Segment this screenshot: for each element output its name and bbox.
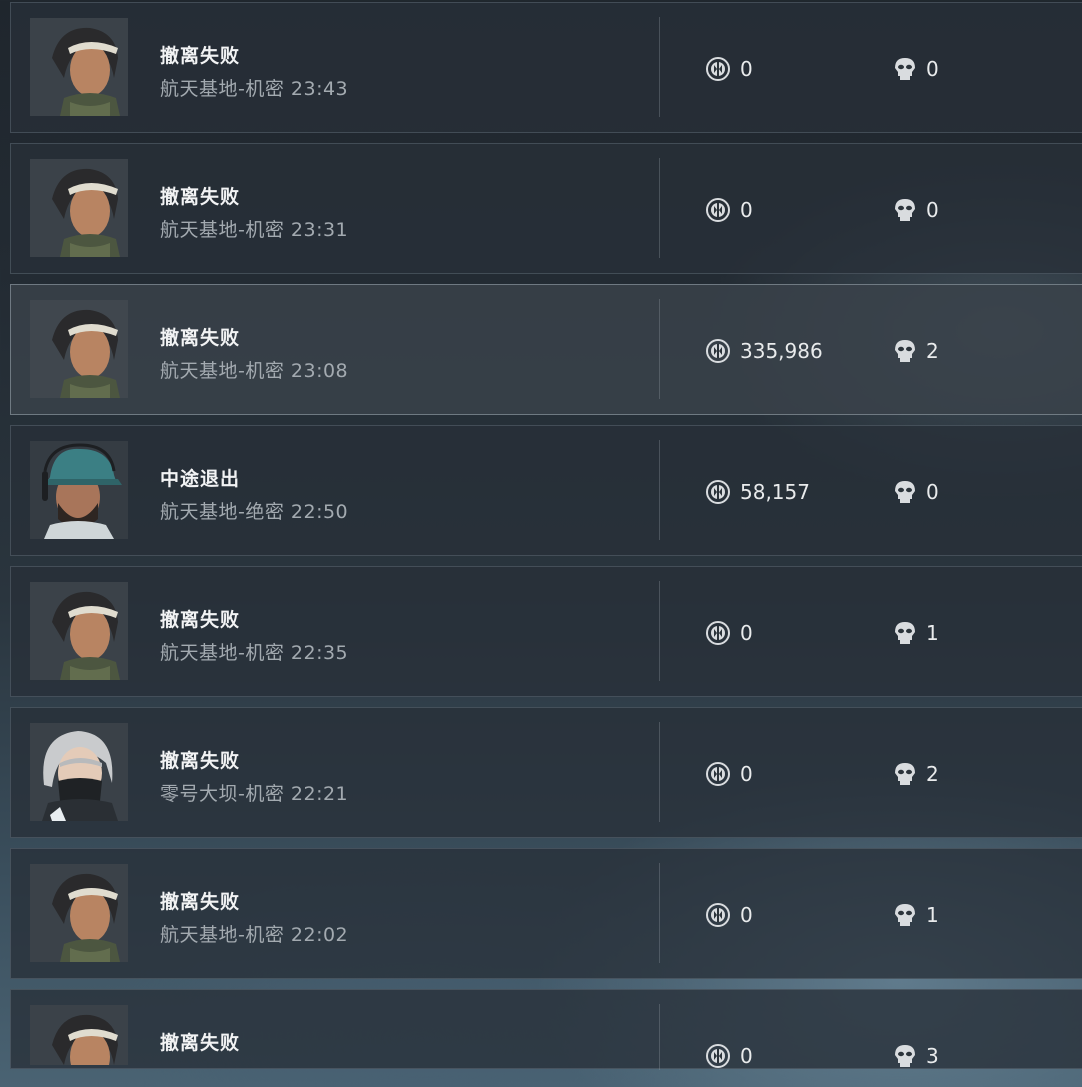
operator-avatar [30, 300, 128, 398]
operator-avatar [30, 441, 128, 539]
match-record-row[interactable]: 撤离失败 航天基地-机密 22:35 0 1 [10, 566, 1082, 697]
kills-stat: 2 [893, 760, 939, 788]
masked-operator-portrait [30, 723, 128, 821]
money-value: 0 [740, 198, 753, 222]
skull-icon [895, 340, 915, 362]
money-stat: 0 [705, 760, 753, 788]
match-result: 撤离失败 [160, 750, 241, 772]
match-record-row[interactable]: 中途退出 航天基地-绝密 22:50 58,157 0 [10, 425, 1082, 556]
money-stat: 335,986 [705, 337, 823, 365]
kills-value: 1 [926, 903, 939, 927]
operator-avatar [30, 582, 128, 680]
money-value: 0 [740, 621, 753, 645]
match-result: 撤离失败 [160, 45, 241, 67]
kills-stat: 0 [893, 196, 939, 224]
kills-stat: 3 [893, 1042, 939, 1070]
match-map-time: 零号大坝-机密 22:21 [160, 783, 349, 805]
money-value: 0 [740, 762, 753, 786]
match-map-time: 航天基地-机密 22:35 [160, 642, 349, 664]
row-divider [659, 299, 660, 399]
hafcoin-icon [706, 57, 730, 81]
female-operator-portrait [30, 582, 128, 680]
money-value: 0 [740, 1044, 753, 1068]
row-divider [659, 440, 660, 540]
male-operator-portrait [30, 441, 128, 539]
operator-avatar [30, 18, 128, 116]
kills-value: 0 [926, 198, 939, 222]
money-value: 335,986 [740, 339, 823, 363]
match-record-row[interactable]: 撤离失败 航天基地-机密 22:02 0 1 [10, 848, 1082, 979]
match-result: 撤离失败 [160, 1032, 241, 1054]
kills-stat: 1 [893, 619, 939, 647]
kills-value: 0 [926, 480, 939, 504]
kills-value: 2 [926, 762, 939, 786]
skull-icon [895, 199, 915, 221]
female-operator-portrait [30, 864, 128, 962]
match-map-time: 航天基地-机密 23:08 [160, 360, 349, 382]
money-stat: 0 [705, 901, 753, 929]
match-map-time: 航天基地-机密 22:02 [160, 924, 349, 946]
match-record-row[interactable]: 撤离失败 零号大坝-机密 22:21 0 2 [10, 707, 1082, 838]
match-result: 撤离失败 [160, 891, 241, 913]
operator-avatar [30, 159, 128, 257]
kills-value: 1 [926, 621, 939, 645]
hafcoin-icon [706, 198, 730, 222]
money-value: 58,157 [740, 480, 810, 504]
money-value: 0 [740, 57, 753, 81]
match-record-row[interactable]: 撤离失败 航天基地-机密 23:31 0 0 [10, 143, 1082, 274]
kills-value: 0 [926, 57, 939, 81]
match-map-time: 航天基地-机密 23:43 [160, 78, 349, 100]
row-divider [659, 722, 660, 822]
kills-stat: 0 [893, 55, 939, 83]
operator-avatar [30, 723, 128, 821]
match-record-row-selected[interactable]: 撤离失败 航天基地-机密 23:08 335,986 2 [10, 284, 1082, 415]
hafcoin-icon [706, 339, 730, 363]
match-record-row[interactable]: 撤离失败 0 3 [10, 989, 1082, 1070]
female-operator-portrait [30, 300, 128, 398]
row-divider [659, 17, 660, 117]
female-operator-portrait [30, 18, 128, 116]
kills-stat: 0 [893, 478, 939, 506]
money-stat: 0 [705, 619, 753, 647]
skull-icon [895, 1045, 915, 1067]
female-operator-portrait [30, 1005, 128, 1065]
row-divider [659, 158, 660, 258]
match-result: 撤离失败 [160, 327, 241, 349]
match-result: 撤离失败 [160, 186, 241, 208]
match-record-row[interactable]: 撤离失败 航天基地-机密 23:43 0 0 [10, 2, 1082, 133]
skull-icon [895, 58, 915, 80]
hafcoin-icon [706, 903, 730, 927]
match-result: 撤离失败 [160, 609, 241, 631]
skull-icon [895, 481, 915, 503]
row-divider [659, 1004, 660, 1070]
skull-icon [895, 904, 915, 926]
money-stat: 0 [705, 1042, 753, 1070]
kills-value: 3 [926, 1044, 939, 1068]
female-operator-portrait [30, 159, 128, 257]
money-stat: 0 [705, 196, 753, 224]
row-divider [659, 863, 660, 963]
hafcoin-icon [706, 1044, 730, 1068]
kills-stat: 1 [893, 901, 939, 929]
skull-icon [895, 622, 915, 644]
hafcoin-icon [706, 621, 730, 645]
match-result: 中途退出 [160, 468, 241, 490]
hafcoin-icon [706, 480, 730, 504]
hafcoin-icon [706, 762, 730, 786]
match-history-list: 撤离失败 航天基地-机密 23:43 0 0 撤离失败 航天基地-机密 23:3… [10, 2, 1082, 1070]
kills-stat: 2 [893, 337, 939, 365]
row-divider [659, 581, 660, 681]
money-value: 0 [740, 903, 753, 927]
operator-avatar [30, 864, 128, 962]
money-stat: 0 [705, 55, 753, 83]
operator-avatar [30, 1005, 128, 1065]
money-stat: 58,157 [705, 478, 810, 506]
match-map-time: 航天基地-机密 23:31 [160, 219, 349, 241]
match-map-time: 航天基地-绝密 22:50 [160, 501, 349, 523]
kills-value: 2 [926, 339, 939, 363]
skull-icon [895, 763, 915, 785]
